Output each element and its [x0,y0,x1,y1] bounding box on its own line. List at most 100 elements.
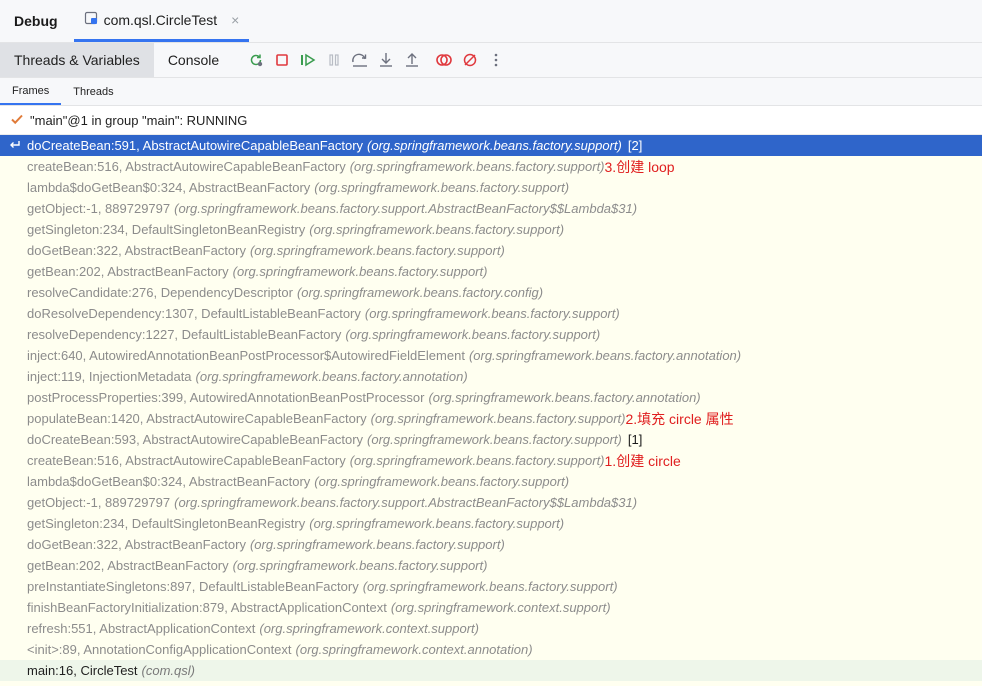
debug-toolbar: Threads & Variables Console [0,43,982,78]
stack-frame-row[interactable]: resolveDependency:1227, DefaultListableB… [0,324,982,345]
stack-frame-row[interactable]: getBean:202, AbstractBeanFactory (org.spr… [0,261,982,282]
stack-frame-row[interactable]: lambda$doGetBean$0:324, AbstractBeanFact… [0,177,982,198]
frame-package: (org.springframework.beans.factory.suppo… [309,222,565,237]
java-file-icon [84,11,98,28]
frame-package: (org.springframework.beans.factory.annot… [195,369,468,384]
frame-tag: [1] [627,432,643,447]
rerun-icon[interactable] [247,51,265,69]
frame-method: doGetBean:322, AbstractBeanFactory [27,243,246,258]
tab-com-qsl-circletest[interactable]: com.qsl.CircleTest × [73,0,250,42]
thread-selector[interactable]: "main"@1 in group "main": RUNNING [0,106,982,135]
frame-method: refresh:551, AbstractApplicationContext [27,621,256,636]
frame-package: (org.springframework.beans.factory.suppo… [232,264,488,279]
stop-icon[interactable] [273,51,291,69]
stack-frame-row[interactable]: doGetBean:322, AbstractBeanFactory (org.s… [0,534,982,555]
tab-console[interactable]: Console [154,43,233,77]
frame-method: lambda$doGetBean$0:324, AbstractBeanFact… [27,474,311,489]
frame-package: (org.springframework.beans.factory.suppo… [249,537,505,552]
frame-method: getObject:-1, 889729797 [27,201,171,216]
stack-frame-row[interactable]: getBean:202, AbstractBeanFactory (org.spr… [0,555,982,576]
pause-icon[interactable] [325,51,343,69]
frame-method: inject:640, AutowiredAnnotationBeanPostP… [27,348,465,363]
frame-package: (org.springframework.beans.factory.suppo… [174,201,638,216]
frame-method: main:16, CircleTest [27,663,138,678]
stack-frame-row[interactable]: resolveCandidate:276, DependencyDescript… [0,282,982,303]
frame-method: inject:119, InjectionMetadata [27,369,192,384]
stack-frame-row[interactable]: preInstantiateSingletons:897, DefaultLis… [0,576,982,597]
frame-package: (org.springframework.beans.factory.annot… [428,390,701,405]
resume-icon[interactable] [299,51,317,69]
frame-annotation: 1.创建 circle [604,452,681,469]
drop-frame-icon [8,138,22,155]
frame-method: populateBean:1420, AbstractAutowireCapab… [27,411,367,426]
frame-method: resolveCandidate:276, DependencyDescript… [27,285,293,300]
frame-annotation: 3.创建 loop [604,158,675,175]
stack-frame-row[interactable]: getSingleton:234, DefaultSingletonBeanRe… [0,513,982,534]
step-over-icon[interactable] [351,51,369,69]
stack-frame-row[interactable]: doCreateBean:591, AbstractAutowireCapabl… [0,135,982,156]
tab-label: com.qsl.CircleTest [103,11,218,28]
frame-package: (org.springframework.beans.factory.suppo… [249,243,505,258]
stack-frame-row[interactable]: postProcessProperties:399, AutowiredAnno… [0,387,982,408]
stack-frame-row[interactable]: finishBeanFactoryInitialization:879, Abs… [0,597,982,618]
stack-frame-row[interactable]: doResolveDependency:1307, DefaultListabl… [0,303,982,324]
frame-package: (org.springframework.beans.factory.suppo… [349,453,605,468]
debug-tool-window-header: Debug com.qsl.CircleTest × [0,0,982,43]
stack-frame-row[interactable]: inject:119, InjectionMetadata (org.spring… [0,366,982,387]
stack-frame-row[interactable]: refresh:551, AbstractApplicationContext(… [0,618,982,639]
stack-frame-row[interactable]: inject:640, AutowiredAnnotationBeanPostP… [0,345,982,366]
frame-package: (org.springframework.beans.factory.suppo… [362,579,618,594]
stack-frame-row[interactable]: getObject:-1, 889729797 (org.springframew… [0,492,982,513]
frame-method: doCreateBean:591, AbstractAutowireCapabl… [27,138,364,153]
thread-label: "main"@1 in group "main": RUNNING [30,112,248,128]
stack-frame-row[interactable]: main:16, CircleTest (com.qsl) [0,660,982,681]
stack-frame-row[interactable]: createBean:516, AbstractAutowireCapableB… [0,450,982,471]
tab-threads[interactable]: Threads [61,78,125,105]
stack-frame-row[interactable]: getSingleton:234, DefaultSingletonBeanRe… [0,219,982,240]
step-out-icon[interactable] [403,51,421,69]
frame-method: resolveDependency:1227, DefaultListableB… [27,327,342,342]
frame-method: finishBeanFactoryInitialization:879, Abs… [27,600,387,615]
check-icon [10,112,24,129]
frame-package: (org.springframework.beans.factory.annot… [468,348,742,363]
frames-threads-tabs: Frames Threads [0,78,982,106]
frame-method: doGetBean:322, AbstractBeanFactory [27,537,246,552]
stack-frame-row[interactable]: <init>:89, AnnotationConfigApplicationCo… [0,639,982,660]
frame-method: getSingleton:234, DefaultSingletonBeanRe… [27,222,306,237]
tab-frames[interactable]: Frames [0,78,62,105]
frame-method: getSingleton:234, DefaultSingletonBeanRe… [27,516,306,531]
stack-frame-row[interactable]: createBean:516, AbstractAutowireCapableB… [0,156,982,177]
view-breakpoints-icon[interactable] [435,51,453,69]
frame-package: (org.springframework.beans.factory.suppo… [314,180,570,195]
frame-method: getObject:-1, 889729797 [27,495,171,510]
frame-package: (org.springframework.beans.factory.suppo… [370,411,626,426]
frame-package: (org.springframework.beans.factory.suppo… [349,159,605,174]
frame-method: lambda$doGetBean$0:324, AbstractBeanFact… [27,180,311,195]
more-icon[interactable] [487,51,505,69]
frame-package: (org.springframework.context.annotation) [295,642,533,657]
mute-breakpoints-icon[interactable] [461,51,479,69]
frame-method: createBean:516, AbstractAutowireCapableB… [27,159,346,174]
frames-list: doCreateBean:591, AbstractAutowireCapabl… [0,135,982,686]
frame-package: (org.springframework.beans.factory.suppo… [232,558,488,573]
stack-frame-row[interactable]: doGetBean:322, AbstractBeanFactory (org.s… [0,240,982,261]
stack-frame-row[interactable]: populateBean:1420, AbstractAutowireCapab… [0,408,982,429]
frame-annotation: 2.填充 circle 属性 [625,410,734,427]
close-icon[interactable]: × [231,12,239,28]
frame-method: preInstantiateSingletons:897, DefaultLis… [27,579,359,594]
frame-package: (org.springframework.context.support) [390,600,611,615]
frame-package: (org.springframework.beans.factory.suppo… [367,432,622,447]
frame-package: (org.springframework.beans.factory.suppo… [367,138,622,153]
stack-frame-row[interactable]: getObject:-1, 889729797 (org.springframew… [0,198,982,219]
frame-package: (org.springframework.context.support) [259,621,480,636]
frame-package: (org.springframework.beans.factory.suppo… [309,516,565,531]
tab-threads-variables[interactable]: Threads & Variables [0,43,154,77]
frame-package: (com.qsl) [141,663,195,678]
frame-method: getBean:202, AbstractBeanFactory [27,558,229,573]
stack-frame-row[interactable]: lambda$doGetBean$0:324, AbstractBeanFact… [0,471,982,492]
stack-frame-row[interactable]: doCreateBean:593, AbstractAutowireCapabl… [0,429,982,450]
step-into-icon[interactable] [377,51,395,69]
frame-method: createBean:516, AbstractAutowireCapableB… [27,453,346,468]
frame-method: doResolveDependency:1307, DefaultListabl… [27,306,361,321]
frame-method: postProcessProperties:399, AutowiredAnno… [27,390,425,405]
